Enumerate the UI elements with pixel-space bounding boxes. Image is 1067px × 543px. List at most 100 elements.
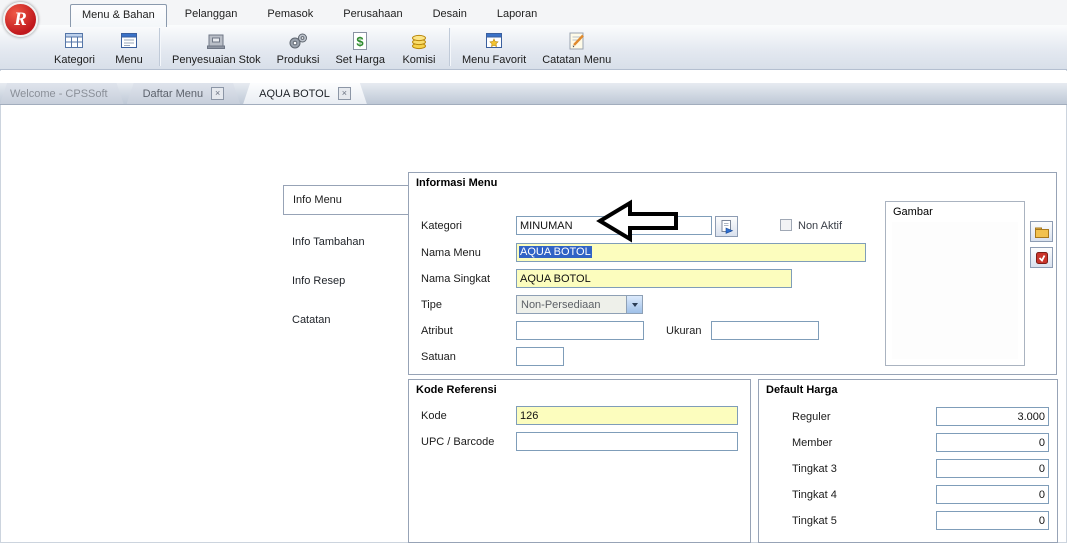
tingkat-4-price-input[interactable] bbox=[936, 485, 1049, 504]
komisi-button-label: Komisi bbox=[402, 53, 436, 66]
ribbon-gap bbox=[0, 71, 1067, 83]
menu-tab-pemasok[interactable]: Pemasok bbox=[255, 3, 325, 26]
stock-adjustment-icon bbox=[207, 34, 226, 49]
browse-lookup-icon bbox=[721, 219, 733, 234]
close-tab-icon[interactable]: × bbox=[211, 87, 224, 100]
menu-favorit-button-label: Menu Favorit bbox=[461, 53, 527, 66]
atribut-label: Atribut bbox=[421, 325, 453, 337]
doc-tab-aqua-botol-label: AQUA BOTOL bbox=[259, 87, 330, 100]
non-aktif-checkbox[interactable] bbox=[780, 219, 792, 231]
nama-menu-selected-text: AQUA BOTOL bbox=[519, 246, 592, 258]
nama-singkat-label: Nama Singkat bbox=[421, 273, 491, 285]
tipe-label: Tipe bbox=[421, 299, 442, 311]
upc-barcode-input[interactable] bbox=[516, 432, 738, 451]
doc-tab-daftar-menu[interactable]: Daftar Menu × bbox=[127, 83, 241, 104]
menu-window-icon bbox=[120, 32, 137, 48]
dropdown-arrow-icon[interactable] bbox=[626, 296, 642, 313]
ukuran-label: Ukuran bbox=[666, 325, 702, 337]
sidebar-item-catatan[interactable]: Catatan bbox=[292, 314, 402, 330]
set-harga-button-label: Set Harga bbox=[335, 53, 385, 66]
sidebar-item-info-tambahan[interactable]: Info Tambahan bbox=[292, 236, 402, 252]
informasi-menu-title: Informasi Menu bbox=[416, 177, 498, 189]
default-harga-title: Default Harga bbox=[766, 384, 838, 396]
kode-referensi-title: Kode Referensi bbox=[416, 384, 497, 396]
menu-tab-menu-bahan[interactable]: Menu & Bahan bbox=[70, 4, 167, 27]
tingkat-5-price-input[interactable] bbox=[936, 511, 1049, 530]
commission-coins-icon bbox=[411, 34, 426, 49]
satuan-input[interactable] bbox=[516, 347, 564, 366]
nama-singkat-input[interactable] bbox=[516, 269, 792, 288]
catatan-menu-button[interactable]: Catatan Menu bbox=[534, 27, 619, 68]
gambar-title: Gambar bbox=[893, 206, 933, 218]
toolbar-separator bbox=[158, 28, 160, 66]
application-window: Menu & Bahan Pelanggan Pemasok Perusahaa… bbox=[0, 0, 1067, 543]
sidebar-item-info-menu-label: Info Menu bbox=[293, 194, 342, 206]
non-aktif-label: Non Aktif bbox=[798, 220, 843, 232]
doc-tab-welcome[interactable]: Welcome - CPSSoft bbox=[0, 83, 124, 104]
gambar-image-placeholder bbox=[892, 222, 1018, 359]
menu-notes-icon bbox=[569, 32, 584, 49]
satuan-label: Satuan bbox=[421, 351, 456, 363]
kode-referensi-groupbox: Kode Referensi Kode UPC / Barcode bbox=[408, 379, 751, 543]
member-price-input[interactable] bbox=[936, 433, 1049, 452]
open-folder-icon bbox=[1034, 227, 1049, 238]
tipe-dropdown-value: Non-Persediaan bbox=[521, 298, 601, 311]
sidebar-item-info-menu[interactable]: Info Menu bbox=[283, 185, 409, 215]
kategori-button[interactable]: Kategori bbox=[46, 27, 103, 68]
atribut-input[interactable] bbox=[516, 321, 644, 340]
tipe-dropdown[interactable]: Non-Persediaan bbox=[516, 295, 643, 314]
gambar-groupbox: Gambar bbox=[885, 201, 1025, 366]
doc-tab-welcome-label: Welcome - CPSSoft bbox=[10, 87, 108, 100]
produksi-button-label: Produksi bbox=[276, 53, 320, 66]
gambar-remove-button[interactable] bbox=[1030, 247, 1053, 268]
produksi-button[interactable]: Produksi bbox=[269, 27, 328, 68]
kategori-button-label: Kategori bbox=[54, 53, 95, 66]
informasi-menu-groupbox: Informasi Menu Kategori Non Aktif Nama M… bbox=[408, 172, 1057, 375]
svg-text:$: $ bbox=[357, 34, 365, 49]
sidebar-item-info-resep[interactable]: Info Resep bbox=[292, 275, 402, 291]
catatan-menu-button-label: Catatan Menu bbox=[542, 53, 612, 66]
document-tab-bar: Welcome - CPSSoft Daftar Menu × AQUA BOT… bbox=[0, 83, 1067, 105]
kategori-label: Kategori bbox=[421, 220, 462, 232]
upc-barcode-label: UPC / Barcode bbox=[421, 436, 495, 448]
categories-grid-icon bbox=[65, 32, 84, 48]
tingkat-4-label: Tingkat 4 bbox=[792, 489, 837, 501]
menu-tab-pelanggan[interactable]: Pelanggan bbox=[173, 3, 250, 26]
app-logo[interactable]: R bbox=[3, 2, 38, 37]
penyesuaian-stok-button-label: Penyesuaian Stok bbox=[171, 53, 261, 66]
menu-favorit-button[interactable]: Menu Favorit bbox=[454, 27, 534, 68]
reguler-price-input[interactable] bbox=[936, 407, 1049, 426]
menu-tab-perusahaan[interactable]: Perusahaan bbox=[331, 3, 414, 26]
default-harga-groupbox: Default Harga Reguler Member Tingkat 3 T… bbox=[758, 379, 1058, 543]
kode-input[interactable] bbox=[516, 406, 738, 425]
toolbar-separator bbox=[448, 28, 450, 66]
close-tab-icon[interactable]: × bbox=[338, 87, 351, 100]
menu-bar: Menu & Bahan Pelanggan Pemasok Perusahaa… bbox=[0, 0, 1067, 27]
menu-button-label: Menu bbox=[115, 53, 143, 66]
ribbon-toolbar: Kategori Menu Penyesuaian Stok Produksi … bbox=[0, 25, 1067, 70]
kategori-browse-button[interactable] bbox=[715, 216, 738, 237]
gambar-open-button[interactable] bbox=[1030, 221, 1053, 242]
member-label: Member bbox=[792, 437, 833, 449]
set-price-icon: $ bbox=[353, 31, 368, 50]
favorite-menu-icon bbox=[486, 32, 503, 48]
ukuran-input[interactable] bbox=[711, 321, 819, 340]
nama-menu-label: Nama Menu bbox=[421, 247, 481, 259]
doc-tab-aqua-botol[interactable]: AQUA BOTOL × bbox=[243, 83, 367, 104]
tingkat-3-label: Tingkat 3 bbox=[792, 463, 837, 475]
kode-label: Kode bbox=[421, 410, 447, 422]
reguler-label: Reguler bbox=[792, 411, 831, 423]
remove-image-icon bbox=[1035, 251, 1048, 264]
tingkat-3-price-input[interactable] bbox=[936, 459, 1049, 478]
set-harga-button[interactable]: $ Set Harga bbox=[327, 27, 393, 68]
komisi-button[interactable]: Komisi bbox=[393, 27, 445, 68]
tingkat-5-label: Tingkat 5 bbox=[792, 515, 837, 527]
nama-menu-input[interactable]: AQUA BOTOL bbox=[516, 243, 866, 262]
menu-button[interactable]: Menu bbox=[103, 27, 155, 68]
kategori-input[interactable] bbox=[516, 216, 712, 235]
penyesuaian-stok-button[interactable]: Penyesuaian Stok bbox=[164, 27, 269, 68]
menu-tab-desain[interactable]: Desain bbox=[421, 3, 479, 26]
doc-tab-daftar-menu-label: Daftar Menu bbox=[142, 87, 204, 100]
menu-tab-laporan[interactable]: Laporan bbox=[485, 3, 549, 26]
production-gears-icon bbox=[289, 33, 308, 48]
